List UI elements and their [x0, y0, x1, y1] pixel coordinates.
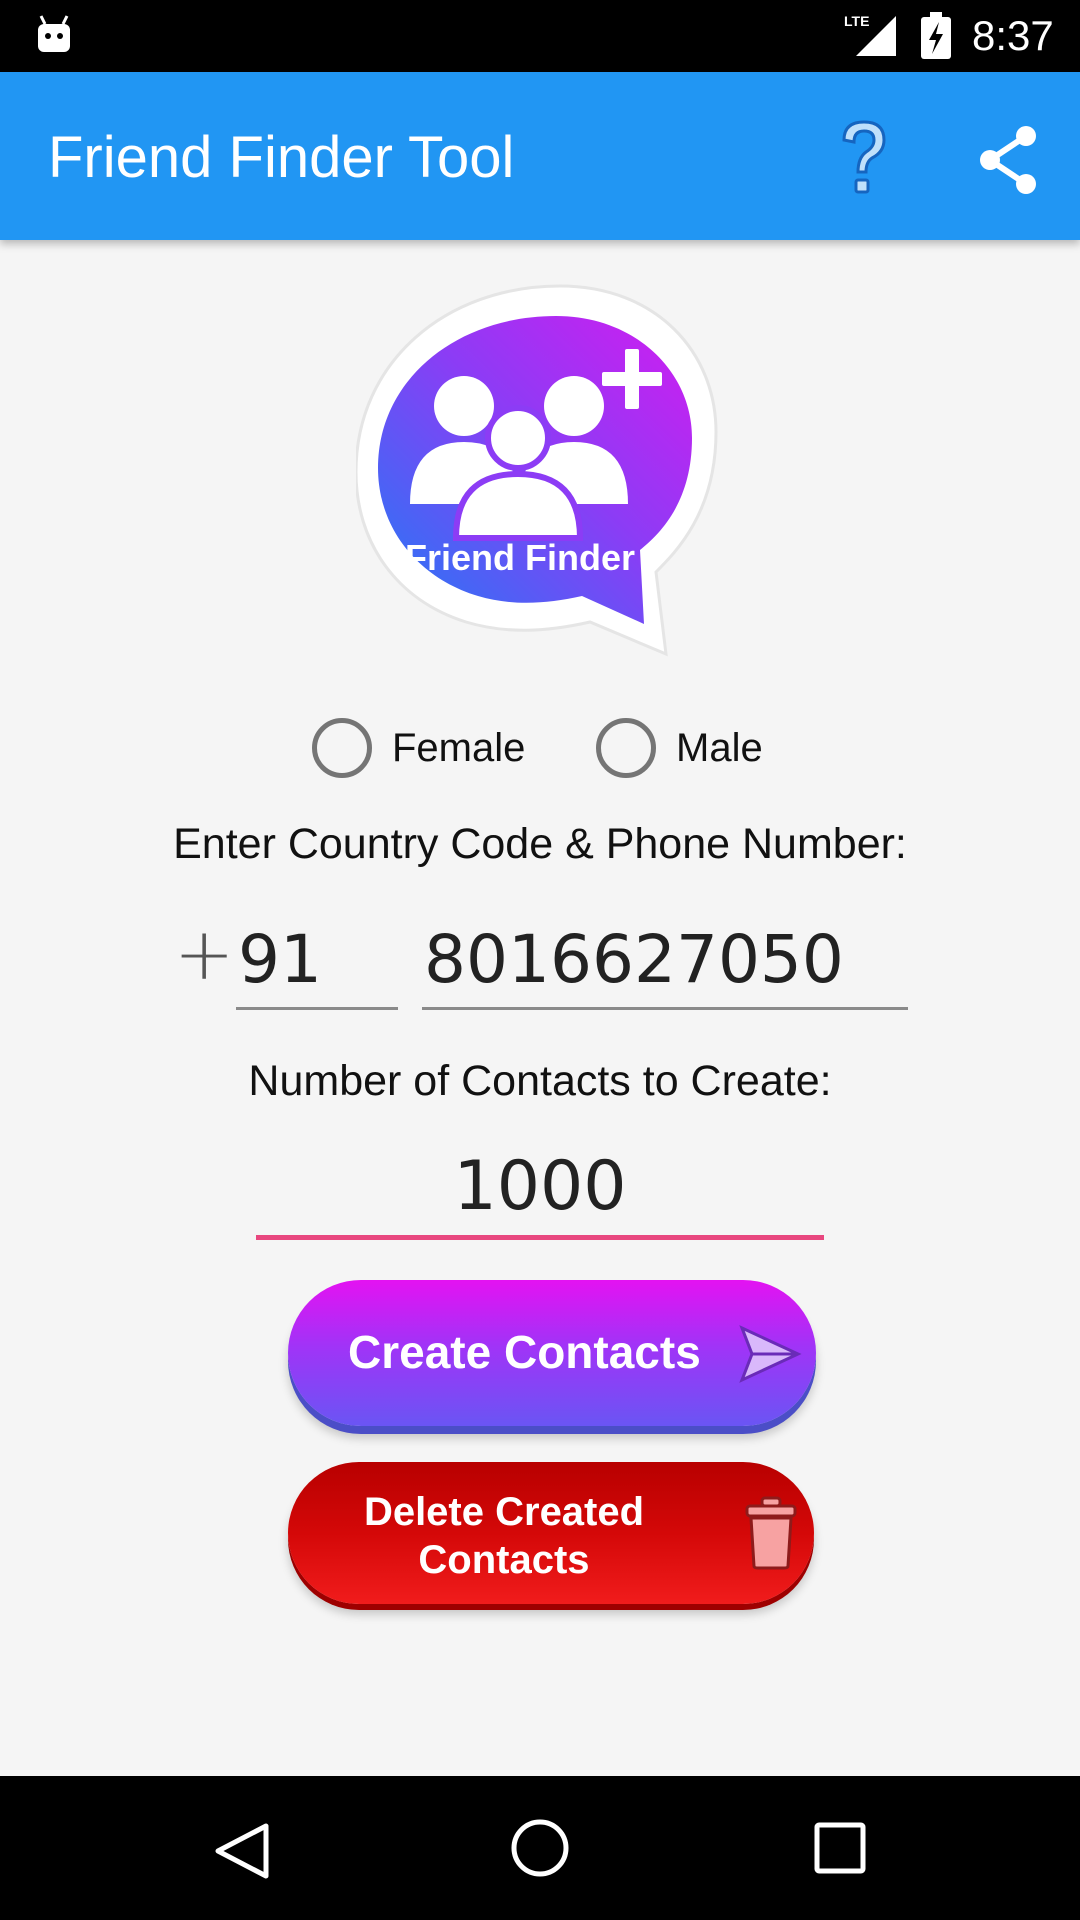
- delete-contacts-button[interactable]: Delete Created Contacts: [288, 1462, 814, 1604]
- plus-prefix: +: [174, 912, 235, 996]
- radio-male[interactable]: Male: [596, 718, 763, 778]
- status-clock: 8:37: [972, 12, 1054, 59]
- share-icon[interactable]: [976, 124, 1040, 196]
- app-bar: Friend Finder Tool: [0, 72, 1080, 240]
- country-code-input[interactable]: [236, 912, 398, 1010]
- create-contacts-label: Create Contacts: [348, 1326, 701, 1378]
- app-title: Friend Finder Tool: [48, 125, 515, 190]
- lte-signal-icon: LTE: [844, 13, 896, 56]
- friend-finder-logo: Friend Finder: [356, 284, 718, 657]
- phone-number-input[interactable]: [422, 912, 908, 1010]
- phone-label: Enter Country Code & Phone Number:: [173, 820, 907, 868]
- android-debug-icon: [38, 15, 70, 52]
- contacts-count-label: Number of Contacts to Create:: [248, 1057, 832, 1105]
- contacts-count-input[interactable]: [256, 1138, 824, 1240]
- back-icon[interactable]: [212, 1822, 272, 1880]
- network-type-label: LTE: [844, 13, 869, 29]
- navigation-bar: [0, 1776, 1080, 1920]
- delete-label-line2: Contacts: [418, 1538, 590, 1582]
- trash-icon: [745, 1496, 797, 1570]
- radio-circle-female[interactable]: [312, 718, 372, 778]
- help-icon[interactable]: [836, 118, 892, 202]
- logo-text: Friend Finder: [405, 537, 635, 578]
- recent-apps-icon[interactable]: [814, 1822, 866, 1874]
- battery-charging-icon: [921, 12, 951, 59]
- radio-circle-male[interactable]: [596, 718, 656, 778]
- radio-female[interactable]: Female: [312, 718, 525, 778]
- home-icon[interactable]: [510, 1818, 570, 1878]
- gender-radio-group: Female Male: [0, 712, 1080, 784]
- delete-label-line1: Delete Created: [363, 1490, 645, 1534]
- radio-label-female[interactable]: Female: [392, 726, 525, 771]
- create-contacts-button[interactable]: Create Contacts: [288, 1280, 816, 1426]
- radio-label-male[interactable]: Male: [676, 726, 763, 771]
- status-bar: LTE 8:37: [0, 0, 1080, 72]
- delete-contacts-label: Delete Created Contacts: [324, 1488, 684, 1584]
- send-icon: [739, 1325, 802, 1383]
